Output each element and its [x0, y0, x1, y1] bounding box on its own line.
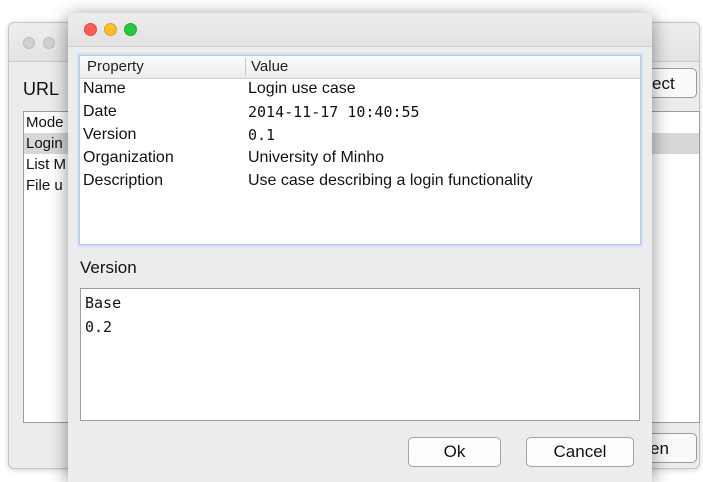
close-window-icon[interactable] — [84, 23, 97, 36]
url-label: URL — [23, 79, 60, 99]
properties-dialog: Property Value Name Login use case Date … — [68, 13, 652, 482]
maximize-window-icon[interactable] — [124, 23, 137, 36]
value-cell: 0.1 — [248, 126, 276, 144]
column-header-property[interactable]: Property — [87, 58, 144, 75]
value-cell: Login use case — [248, 80, 356, 97]
table-row[interactable]: Description Use case describing a login … — [80, 171, 640, 194]
table-header: Property Value — [80, 56, 640, 79]
background-minimize-light[interactable] — [43, 37, 55, 49]
cancel-button[interactable]: Cancel — [526, 437, 634, 467]
list-item[interactable]: Base — [85, 291, 639, 315]
table-row[interactable]: Name Login use case — [80, 79, 640, 102]
table-row[interactable]: Organization University of Minho — [80, 148, 640, 171]
table-row[interactable]: Version 0.1 — [80, 125, 640, 148]
dialog-title-bar — [68, 13, 652, 47]
property-cell: Organization — [83, 149, 174, 166]
property-cell: Description — [83, 172, 164, 189]
table-row[interactable]: Date 2014-11-17 10:40:55 — [80, 102, 640, 125]
value-cell: 2014-11-17 10:40:55 — [248, 103, 420, 121]
list-item[interactable]: 0.2 — [85, 315, 639, 339]
ok-button[interactable]: Ok — [408, 437, 501, 467]
property-cell: Version — [83, 126, 137, 143]
property-cell: Date — [83, 103, 117, 120]
version-section-label: Version — [80, 258, 137, 277]
column-header-value[interactable]: Value — [251, 58, 288, 75]
background-close-light[interactable] — [23, 37, 35, 49]
column-divider[interactable] — [245, 58, 246, 76]
value-cell: University of Minho — [248, 149, 385, 166]
minimize-window-icon[interactable] — [104, 23, 117, 36]
property-cell: Name — [83, 80, 126, 97]
properties-table[interactable]: Property Value Name Login use case Date … — [79, 55, 641, 245]
value-cell: Use case describing a login functionalit… — [248, 172, 533, 189]
version-list[interactable]: Base 0.2 — [80, 288, 640, 421]
